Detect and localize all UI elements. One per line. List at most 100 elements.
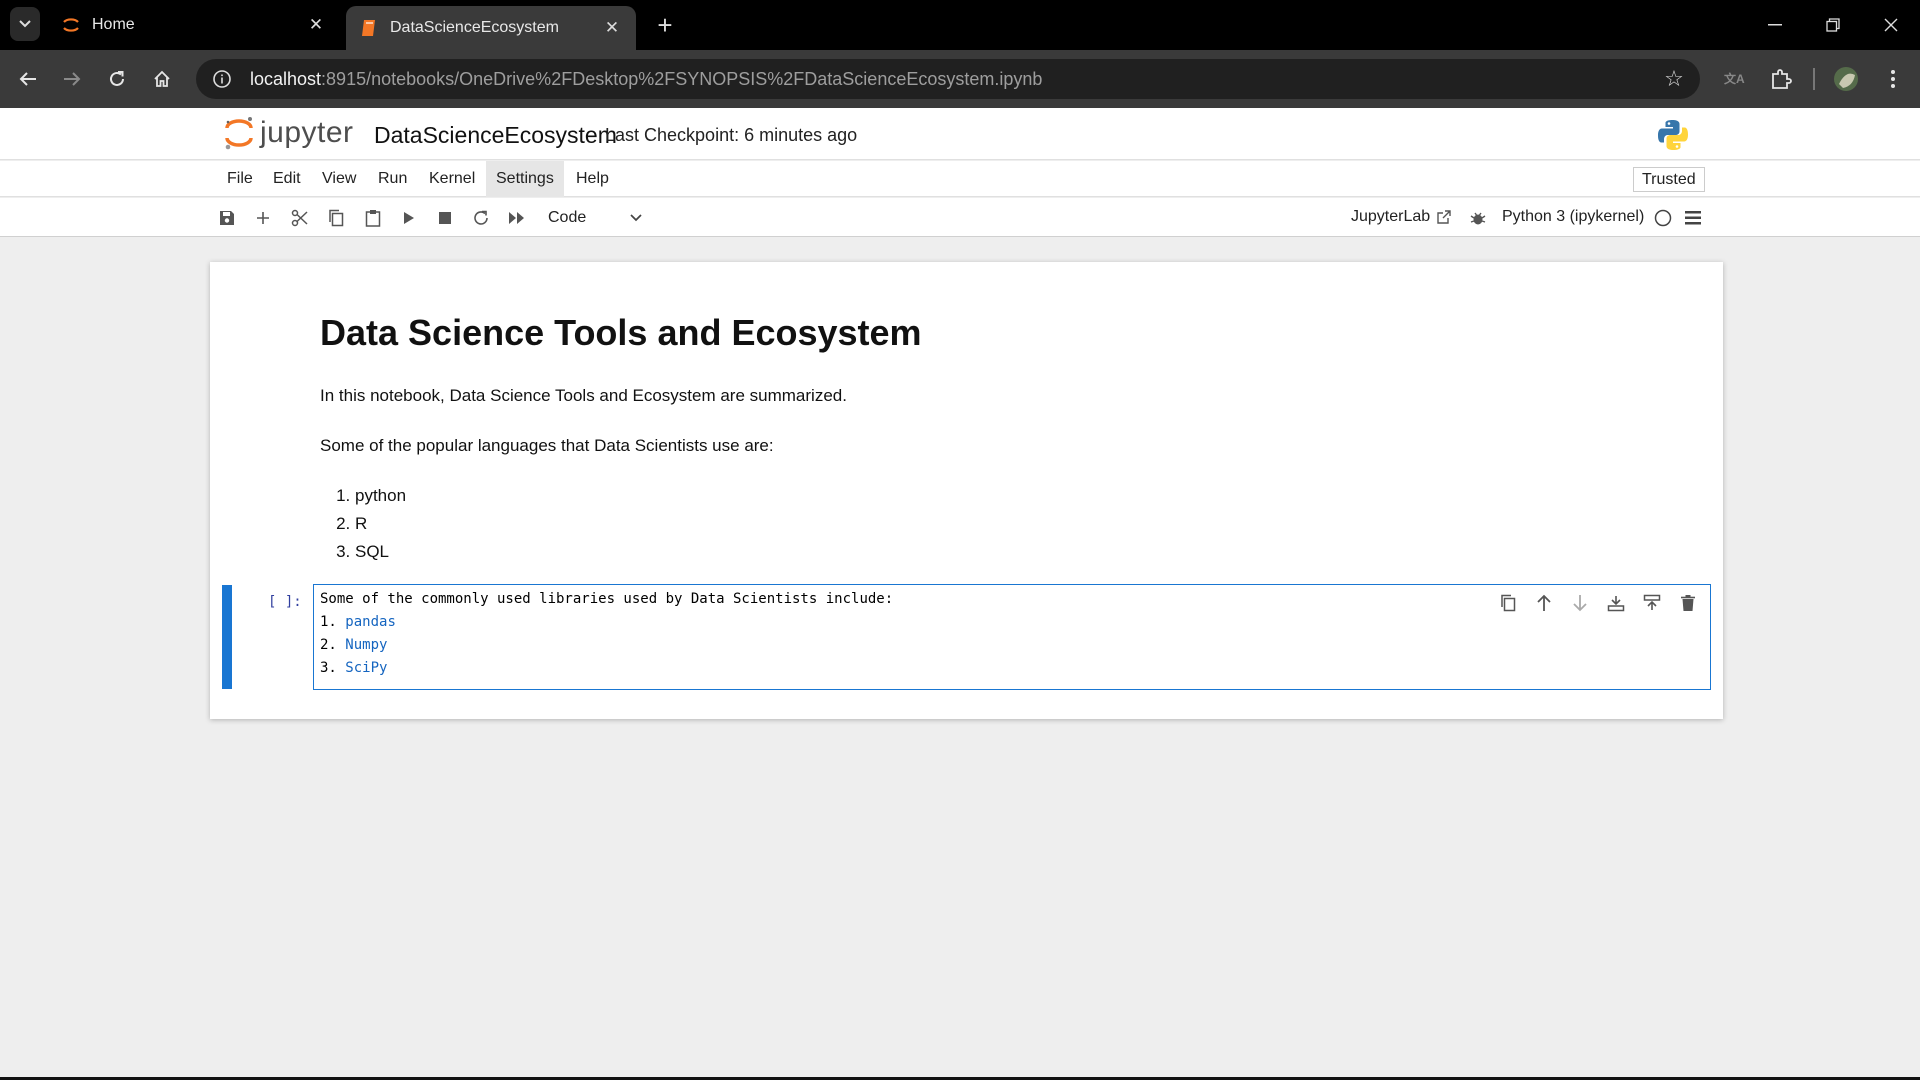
chevron-down-icon: [628, 209, 644, 230]
clipboard-icon: [365, 210, 381, 227]
tab-title: DataScienceEcosystem: [390, 19, 559, 36]
debugger-button[interactable]: [1466, 206, 1490, 230]
reload-icon: [110, 71, 124, 86]
notebook-title[interactable]: DataScienceEcosystem: [374, 122, 617, 149]
back-arrow-icon: [19, 72, 36, 86]
tab-search-button[interactable]: [10, 7, 40, 41]
kernel-name[interactable]: Python 3 (ipykernel): [1502, 208, 1644, 226]
menu-settings[interactable]: Settings: [486, 161, 564, 197]
bug-icon: [1470, 212, 1486, 225]
svg-text:文A: 文A: [1724, 71, 1745, 86]
translate-extension-icon[interactable]: 文A: [1720, 64, 1750, 94]
cell-toolbar: [1496, 591, 1700, 615]
new-tab-button[interactable]: +: [652, 10, 678, 40]
menu-help[interactable]: Help: [566, 161, 619, 197]
menu-run[interactable]: Run: [368, 161, 417, 197]
menu-view[interactable]: View: [312, 161, 366, 197]
delete-cell-button[interactable]: [1676, 591, 1700, 615]
trash-icon: [1681, 595, 1695, 611]
insert-above-icon: [1607, 596, 1625, 612]
tab-title: Home: [92, 16, 135, 33]
back-button[interactable]: [11, 62, 45, 96]
paste-button[interactable]: [361, 206, 385, 230]
code-cell-editor[interactable]: Some of the commonly used libraries used…: [313, 584, 1711, 690]
restart-run-all-button[interactable]: [505, 206, 529, 230]
trusted-indicator[interactable]: Trusted: [1633, 167, 1705, 192]
list-number: 1.: [320, 614, 337, 630]
markdown-heading: Data Science Tools and Ecosystem: [320, 312, 922, 353]
cut-button[interactable]: [288, 206, 312, 230]
insert-above-button[interactable]: [1604, 591, 1628, 615]
browser-menu-icon[interactable]: [1878, 64, 1908, 94]
interrupt-button[interactable]: [433, 206, 457, 230]
tab-home[interactable]: Home ✕: [48, 6, 340, 44]
home-button[interactable]: [145, 62, 179, 96]
add-cell-button[interactable]: [251, 206, 275, 230]
copy-button[interactable]: [324, 206, 348, 230]
reload-button[interactable]: [100, 62, 134, 96]
fast-forward-icon: [509, 212, 524, 224]
arrow-up-icon: [1537, 594, 1551, 611]
forward-button[interactable]: [55, 62, 89, 96]
save-icon: [220, 211, 234, 225]
site-info-icon[interactable]: [210, 67, 234, 91]
play-icon: [404, 212, 414, 224]
jupyterlab-label: JupyterLab: [1351, 208, 1431, 225]
profile-avatar[interactable]: [1831, 64, 1861, 94]
markdown-languages-intro: Some of the popular languages that Data …: [320, 436, 774, 455]
duplicate-cell-button[interactable]: [1496, 591, 1520, 615]
notebook-favicon-icon: [360, 19, 378, 37]
python-logo-icon: [1656, 118, 1690, 157]
last-checkpoint: Last Checkpoint: 6 minutes ago: [605, 125, 858, 145]
extensions-puzzle-icon[interactable]: [1766, 64, 1796, 94]
menu-edit[interactable]: Edit: [263, 161, 311, 197]
list-number: 3.: [320, 660, 337, 676]
insert-below-icon: [1643, 594, 1661, 610]
move-down-button[interactable]: [1568, 591, 1592, 615]
home-icon: [154, 70, 170, 87]
toolbar-separator: [1813, 68, 1815, 90]
save-button[interactable]: [215, 206, 239, 230]
restart-icon: [474, 210, 488, 225]
list-item: R: [355, 514, 1700, 542]
bookmark-star-icon[interactable]: ☆: [1662, 66, 1686, 91]
jupyter-header: jupyter DataScienceEcosystem Last Checkp…: [0, 108, 1920, 160]
minimize-button[interactable]: [1746, 0, 1804, 50]
insert-below-button[interactable]: [1640, 591, 1664, 615]
menu-file[interactable]: File: [217, 161, 263, 197]
kernel-status-icon: [1651, 206, 1675, 230]
notebook-toolbar: Code JupyterLab Python 3 (ipykernel): [0, 198, 1920, 237]
list-item: SQL: [355, 542, 1700, 570]
list-item: python: [355, 486, 1700, 514]
library-name: Numpy: [345, 637, 388, 653]
url-path: :8915/notebooks/OneDrive%2FDesktop%2FSYN…: [321, 68, 1043, 89]
active-cell-indicator: [222, 585, 232, 689]
address-bar[interactable]: localhost:8915/notebooks/OneDrive%2FDesk…: [196, 59, 1700, 99]
languages-list: python R SQL: [355, 486, 1700, 570]
cell-prompt: [ ]:: [268, 594, 302, 610]
move-up-button[interactable]: [1532, 591, 1556, 615]
restore-button[interactable]: [1804, 0, 1862, 50]
jupyter-logo-icon: [225, 117, 253, 150]
external-link-icon: [1437, 210, 1451, 224]
menu-kernel[interactable]: Kernel: [419, 161, 485, 197]
jupyter-logo[interactable]: jupyter: [224, 116, 354, 150]
cell-type-value: Code: [548, 209, 587, 226]
restart-button[interactable]: [469, 206, 493, 230]
window-controls: [1746, 0, 1920, 50]
close-window-button[interactable]: [1862, 0, 1920, 50]
markdown-cell[interactable]: Data Science Tools and Ecosystem In this…: [320, 312, 1700, 570]
menu-hamburger-icon[interactable]: [1681, 206, 1705, 230]
open-jupyterlab-link[interactable]: JupyterLab: [1351, 208, 1452, 226]
run-button[interactable]: [397, 206, 421, 230]
close-icon[interactable]: ✕: [306, 15, 326, 35]
code-line: 2. Numpy: [320, 637, 1704, 660]
cell-type-select[interactable]: Code: [540, 205, 648, 231]
notebook-panel: Data Science Tools and Ecosystem In this…: [210, 262, 1723, 719]
tab-notebook[interactable]: DataScienceEcosystem ✕: [346, 6, 636, 50]
duplicate-icon: [1501, 594, 1516, 612]
forward-arrow-icon: [64, 72, 81, 86]
browser-nav-bar: localhost:8915/notebooks/OneDrive%2FDesk…: [0, 50, 1920, 108]
close-icon[interactable]: ✕: [602, 18, 622, 38]
plus-icon: [257, 212, 269, 224]
